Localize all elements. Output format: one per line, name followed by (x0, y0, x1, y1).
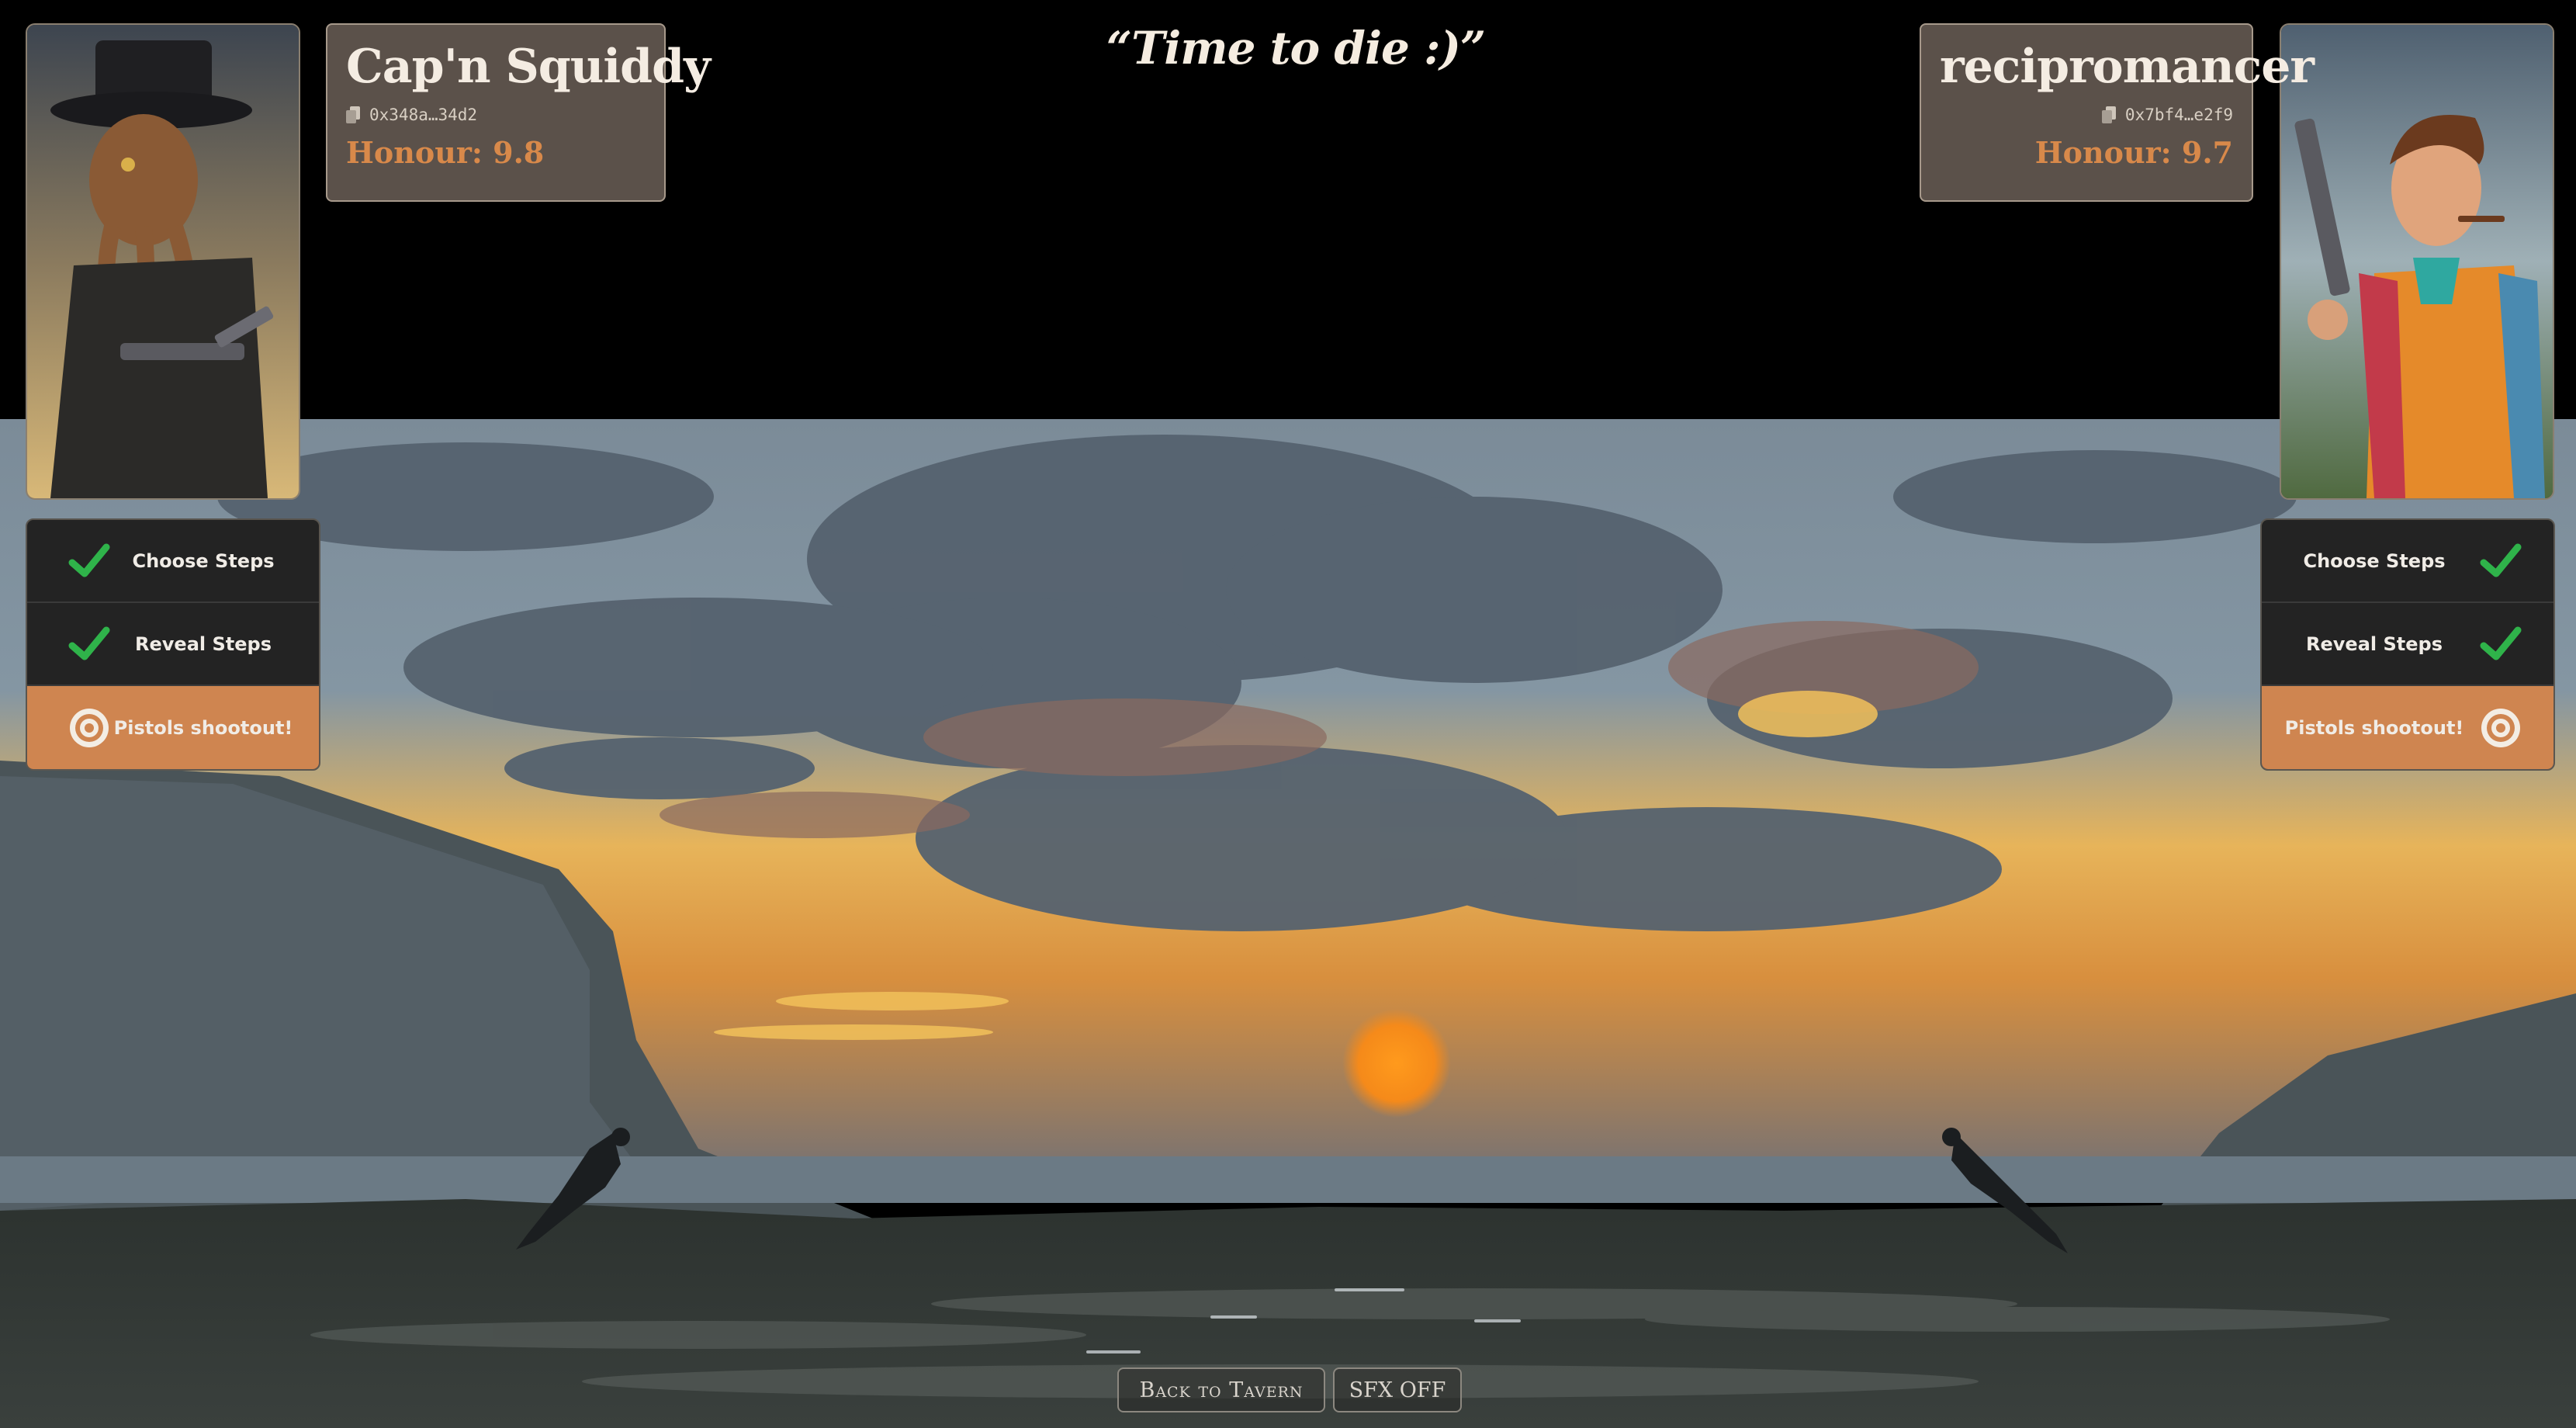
player-left-name: Cap'n Squiddy (346, 40, 711, 94)
step-reveal-steps: Reveal Steps (27, 603, 319, 686)
copy-icon[interactable] (2101, 106, 2116, 123)
player-left-portrait (26, 23, 300, 500)
step-choose-steps: Choose Steps (2262, 520, 2553, 603)
octopus-gunslinger-portrait (27, 25, 299, 498)
player-left-card: Cap'n Squiddy 0x348a…34d2 Honour: 9.8 (326, 23, 711, 202)
check-icon (68, 543, 110, 577)
player-left-honour: Honour: 9.8 (346, 135, 545, 170)
back-to-tavern-button[interactable]: Back to Tavern (1117, 1367, 1325, 1412)
check-icon (2480, 626, 2522, 660)
duel-quote: “Time to die :)” (1106, 22, 1487, 75)
step-pistols-shootout: Pistols shootout! (27, 686, 319, 769)
player-left-address: 0x348a…34d2 (369, 106, 478, 124)
player-right-card: recipromancer 0x7bf4…e2f9 Honour: 9.7 (1920, 23, 2315, 202)
sfx-toggle-button[interactable]: SFX OFF (1333, 1367, 1462, 1412)
step-label: Pistols shootout! (113, 716, 293, 739)
step-pistols-shootout: Pistols shootout! (2262, 686, 2553, 769)
check-icon (2480, 543, 2522, 577)
step-label: Choose Steps (132, 549, 275, 572)
target-icon (70, 708, 109, 747)
step-label: Reveal Steps (135, 633, 272, 655)
duel-scene (0, 0, 2576, 1428)
player-right-name: recipromancer (1940, 40, 2315, 94)
player-right-honour: Honour: 9.7 (2034, 135, 2233, 170)
player-right-portrait (2280, 23, 2554, 500)
step-choose-steps: Choose Steps (27, 520, 319, 603)
step-label: Pistols shootout! (2284, 716, 2464, 739)
player-right-address: 0x7bf4…e2f9 (2124, 106, 2233, 124)
sunset-landscape (0, 419, 2576, 1428)
step-label: Reveal Steps (2306, 633, 2443, 655)
player-right-address-row[interactable]: 0x7bf4…e2f9 (1940, 106, 2233, 124)
player-left-progress: Choose Steps Reveal Steps Pistols shooto… (26, 518, 320, 771)
player-left-address-row[interactable]: 0x348a…34d2 (346, 106, 646, 124)
copy-icon[interactable] (346, 106, 360, 123)
step-reveal-steps: Reveal Steps (2262, 603, 2553, 686)
check-icon (68, 626, 110, 660)
step-label: Choose Steps (2303, 549, 2446, 572)
dandy-duelist-portrait (2281, 25, 2553, 498)
player-right-progress: Choose Steps Reveal Steps Pistols shooto… (2260, 518, 2555, 771)
target-icon (2481, 708, 2520, 747)
